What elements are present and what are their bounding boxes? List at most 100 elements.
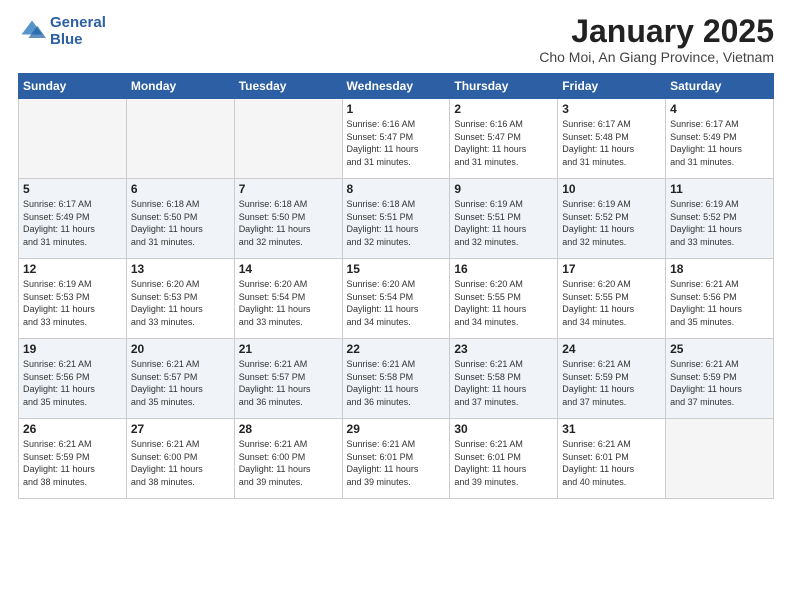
title-block: January 2025 Cho Moi, An Giang Province,… [539, 14, 774, 65]
day-info: Sunrise: 6:17 AM Sunset: 5:49 PM Dayligh… [670, 118, 769, 168]
day-number: 21 [239, 342, 338, 356]
logo-icon [18, 17, 46, 45]
day-info: Sunrise: 6:20 AM Sunset: 5:55 PM Dayligh… [562, 278, 661, 328]
calendar-cell [234, 99, 342, 179]
day-number: 7 [239, 182, 338, 196]
day-info: Sunrise: 6:21 AM Sunset: 6:01 PM Dayligh… [562, 438, 661, 488]
day-number: 12 [23, 262, 122, 276]
header: General Blue January 2025 Cho Moi, An Gi… [18, 14, 774, 65]
calendar-cell: 22Sunrise: 6:21 AM Sunset: 5:58 PM Dayli… [342, 339, 450, 419]
calendar-week-row: 5Sunrise: 6:17 AM Sunset: 5:49 PM Daylig… [19, 179, 774, 259]
day-number: 25 [670, 342, 769, 356]
day-number: 23 [454, 342, 553, 356]
calendar-cell: 11Sunrise: 6:19 AM Sunset: 5:52 PM Dayli… [666, 179, 774, 259]
day-info: Sunrise: 6:18 AM Sunset: 5:51 PM Dayligh… [347, 198, 446, 248]
day-info: Sunrise: 6:20 AM Sunset: 5:55 PM Dayligh… [454, 278, 553, 328]
day-number: 15 [347, 262, 446, 276]
calendar-cell: 3Sunrise: 6:17 AM Sunset: 5:48 PM Daylig… [558, 99, 666, 179]
weekday-header: Sunday [19, 74, 127, 99]
day-number: 8 [347, 182, 446, 196]
day-info: Sunrise: 6:21 AM Sunset: 5:57 PM Dayligh… [131, 358, 230, 408]
day-number: 17 [562, 262, 661, 276]
calendar-week-row: 12 Sunrise: 6:19 AM Sunset: 5:53 PM Dayli… [19, 259, 774, 339]
day-number: 3 [562, 102, 661, 116]
calendar-cell [126, 99, 234, 179]
day-info: Sunrise: 6:17 AM Sunset: 5:49 PM Dayligh… [23, 198, 122, 248]
calendar-cell: 9Sunrise: 6:19 AM Sunset: 5:51 PM Daylig… [450, 179, 558, 259]
calendar-cell: 14 Sunrise: 6:20 AM Sunset: 5:54 PM Dayli… [234, 259, 342, 339]
calendar-week-row: 1 Sunrise: 6:16 AM Sunset: 5:47 PM Daylig… [19, 99, 774, 179]
calendar-cell: 7Sunrise: 6:18 AM Sunset: 5:50 PM Daylig… [234, 179, 342, 259]
calendar-cell: 13Sunrise: 6:20 AM Sunset: 5:53 PM Dayli… [126, 259, 234, 339]
day-number: 26 [23, 422, 122, 436]
logo: General Blue [18, 14, 106, 49]
calendar-cell: 27 Sunrise: 6:21 AM Sunset: 6:00 PM Dayli… [126, 419, 234, 499]
calendar-cell: 18Sunrise: 6:21 AM Sunset: 5:56 PM Dayli… [666, 259, 774, 339]
calendar-cell: 17 Sunrise: 6:20 AM Sunset: 5:55 PM Dayli… [558, 259, 666, 339]
weekday-header: Wednesday [342, 74, 450, 99]
calendar-cell: 26 Sunrise: 6:21 AM Sunset: 5:59 PM Dayli… [19, 419, 127, 499]
day-info: Sunrise: 6:21 AM Sunset: 6:00 PM Dayligh… [131, 438, 230, 488]
day-number: 18 [670, 262, 769, 276]
day-info: Sunrise: 6:21 AM Sunset: 5:59 PM Dayligh… [562, 358, 661, 408]
day-number: 16 [454, 262, 553, 276]
weekday-header: Friday [558, 74, 666, 99]
calendar-cell: 20 Sunrise: 6:21 AM Sunset: 5:57 PM Dayli… [126, 339, 234, 419]
calendar-cell: 24 Sunrise: 6:21 AM Sunset: 5:59 PM Dayli… [558, 339, 666, 419]
day-info: Sunrise: 6:20 AM Sunset: 5:54 PM Dayligh… [347, 278, 446, 328]
weekday-header-row: SundayMondayTuesdayWednesdayThursdayFrid… [19, 74, 774, 99]
calendar-cell: 5Sunrise: 6:17 AM Sunset: 5:49 PM Daylig… [19, 179, 127, 259]
day-number: 24 [562, 342, 661, 356]
calendar-cell: 28Sunrise: 6:21 AM Sunset: 6:00 PM Dayli… [234, 419, 342, 499]
calendar-cell: 10Sunrise: 6:19 AM Sunset: 5:52 PM Dayli… [558, 179, 666, 259]
day-number: 4 [670, 102, 769, 116]
day-number: 2 [454, 102, 553, 116]
day-info: Sunrise: 6:16 AM Sunset: 5:47 PM Dayligh… [347, 118, 446, 168]
day-number: 27 [131, 422, 230, 436]
day-info: Sunrise: 6:21 AM Sunset: 5:59 PM Dayligh… [23, 438, 122, 488]
day-info: Sunrise: 6:19 AM Sunset: 5:53 PM Dayligh… [23, 278, 122, 328]
calendar-cell [666, 419, 774, 499]
calendar-cell: 8 Sunrise: 6:18 AM Sunset: 5:51 PM Daylig… [342, 179, 450, 259]
calendar-cell: 23 Sunrise: 6:21 AM Sunset: 5:58 PM Dayli… [450, 339, 558, 419]
weekday-header: Monday [126, 74, 234, 99]
calendar-cell [19, 99, 127, 179]
day-number: 11 [670, 182, 769, 196]
calendar-week-row: 19 Sunrise: 6:21 AM Sunset: 5:56 PM Dayli… [19, 339, 774, 419]
day-number: 31 [562, 422, 661, 436]
day-number: 19 [23, 342, 122, 356]
day-info: Sunrise: 6:21 AM Sunset: 5:57 PM Dayligh… [239, 358, 338, 408]
day-number: 28 [239, 422, 338, 436]
calendar-cell: 6 Sunrise: 6:18 AM Sunset: 5:50 PM Daylig… [126, 179, 234, 259]
calendar-cell: 19 Sunrise: 6:21 AM Sunset: 5:56 PM Dayli… [19, 339, 127, 419]
day-number: 6 [131, 182, 230, 196]
day-info: Sunrise: 6:19 AM Sunset: 5:51 PM Dayligh… [454, 198, 553, 248]
page: General Blue January 2025 Cho Moi, An Gi… [0, 0, 792, 612]
day-info: Sunrise: 6:19 AM Sunset: 5:52 PM Dayligh… [562, 198, 661, 248]
day-info: Sunrise: 6:21 AM Sunset: 6:01 PM Dayligh… [347, 438, 446, 488]
day-info: Sunrise: 6:21 AM Sunset: 5:59 PM Dayligh… [670, 358, 769, 408]
calendar-cell: 16 Sunrise: 6:20 AM Sunset: 5:55 PM Dayli… [450, 259, 558, 339]
weekday-header: Thursday [450, 74, 558, 99]
day-number: 20 [131, 342, 230, 356]
calendar-cell: 25 Sunrise: 6:21 AM Sunset: 5:59 PM Dayli… [666, 339, 774, 419]
day-info: Sunrise: 6:16 AM Sunset: 5:47 PM Dayligh… [454, 118, 553, 168]
day-info: Sunrise: 6:18 AM Sunset: 5:50 PM Dayligh… [131, 198, 230, 248]
day-number: 14 [239, 262, 338, 276]
day-number: 1 [347, 102, 446, 116]
day-info: Sunrise: 6:21 AM Sunset: 5:58 PM Dayligh… [454, 358, 553, 408]
calendar-cell: 1 Sunrise: 6:16 AM Sunset: 5:47 PM Daylig… [342, 99, 450, 179]
calendar-cell: 21 Sunrise: 6:21 AM Sunset: 5:57 PM Dayli… [234, 339, 342, 419]
day-info: Sunrise: 6:20 AM Sunset: 5:53 PM Dayligh… [131, 278, 230, 328]
day-info: Sunrise: 6:21 AM Sunset: 5:56 PM Dayligh… [23, 358, 122, 408]
calendar-cell: 15 Sunrise: 6:20 AM Sunset: 5:54 PM Dayli… [342, 259, 450, 339]
logo-text: General Blue [50, 14, 106, 49]
weekday-header: Tuesday [234, 74, 342, 99]
day-info: Sunrise: 6:20 AM Sunset: 5:54 PM Dayligh… [239, 278, 338, 328]
calendar-cell: 30Sunrise: 6:21 AM Sunset: 6:01 PM Dayli… [450, 419, 558, 499]
calendar-cell: 31 Sunrise: 6:21 AM Sunset: 6:01 PM Dayli… [558, 419, 666, 499]
calendar-week-row: 26 Sunrise: 6:21 AM Sunset: 5:59 PM Dayli… [19, 419, 774, 499]
calendar-cell: 29 Sunrise: 6:21 AM Sunset: 6:01 PM Dayli… [342, 419, 450, 499]
day-number: 29 [347, 422, 446, 436]
day-info: Sunrise: 6:21 AM Sunset: 6:01 PM Dayligh… [454, 438, 553, 488]
